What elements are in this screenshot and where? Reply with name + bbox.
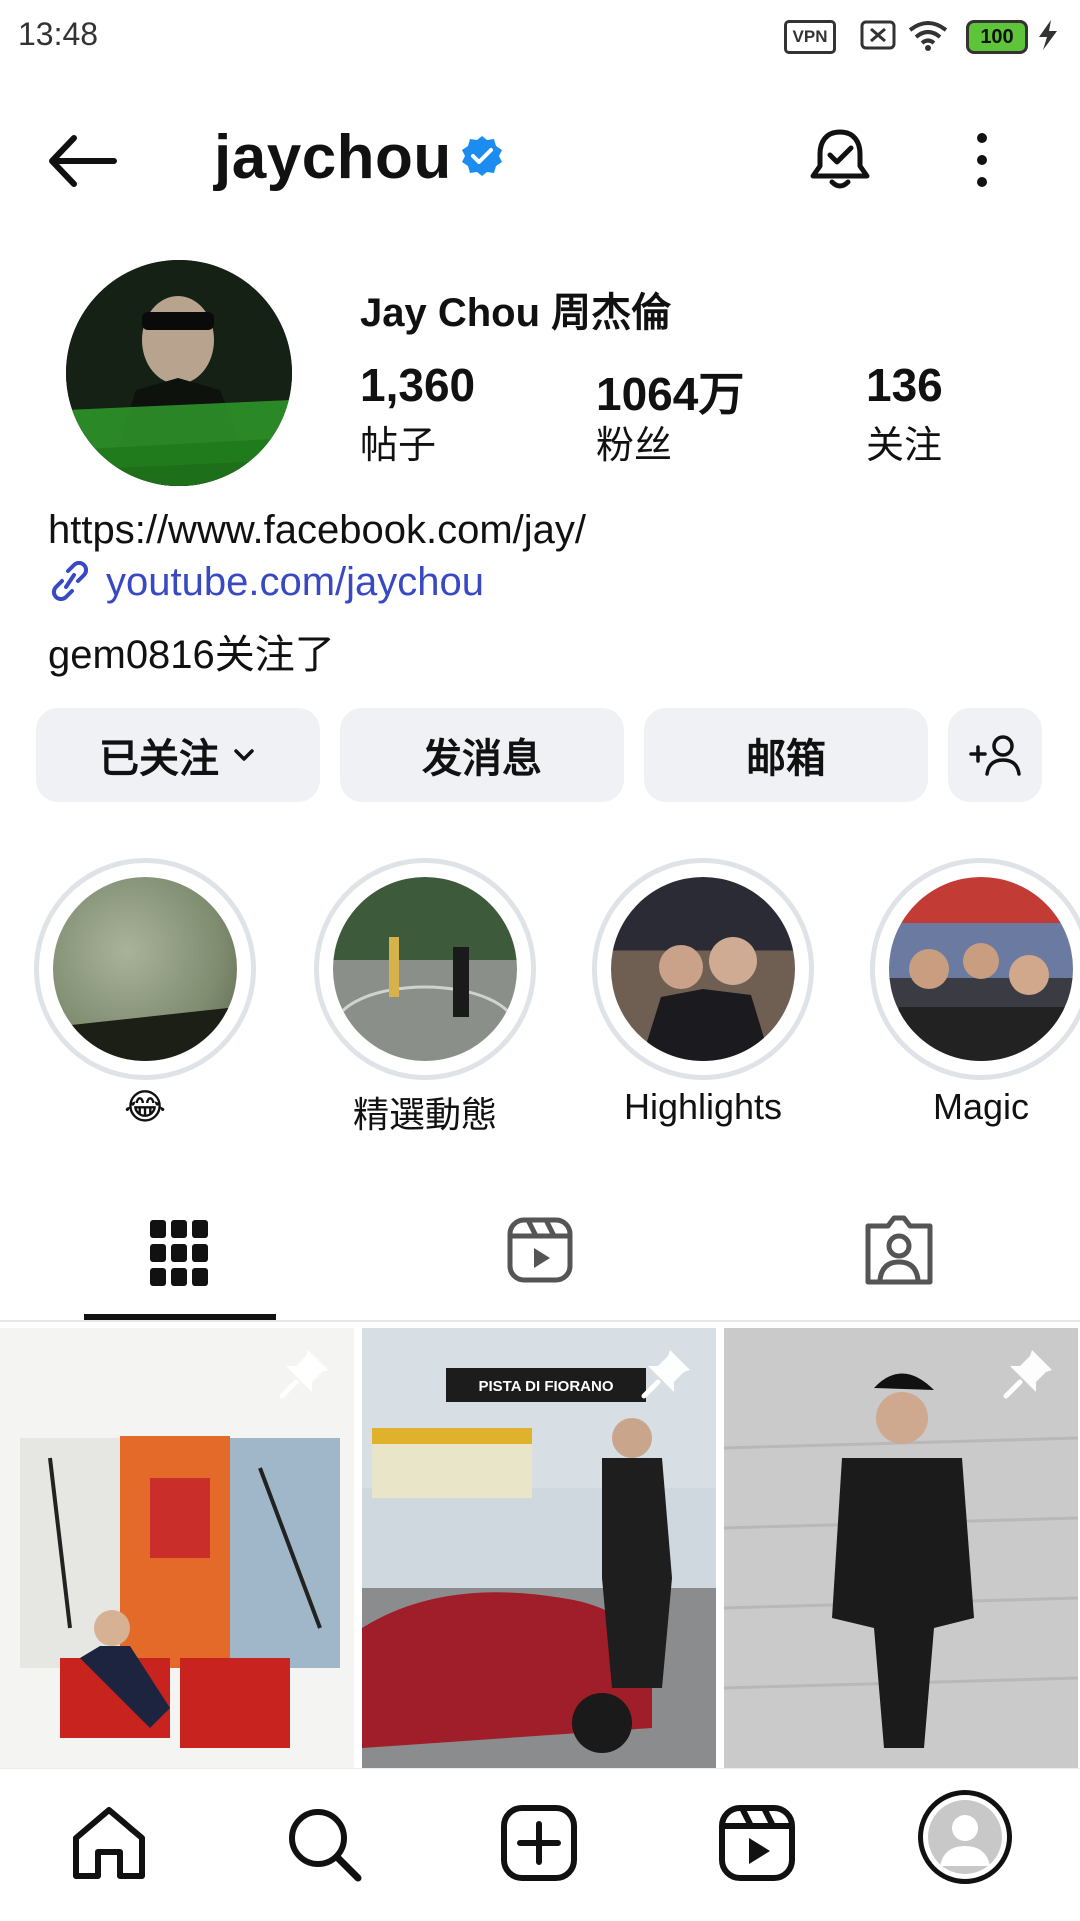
- vpn-icon: VPN: [784, 20, 836, 54]
- following-label[interactable]: 关注: [866, 414, 942, 469]
- grid-icon: [150, 1220, 208, 1286]
- bio-text: https://www.facebook.com/jay/: [48, 508, 587, 552]
- suggest-people-button[interactable]: [948, 708, 1042, 802]
- highlight-image: [641, 937, 771, 1061]
- no-sim-icon: [860, 20, 896, 50]
- highlight-label: 😂: [123, 1086, 167, 1127]
- highlight-image: [53, 1007, 237, 1061]
- battery-icon: 100: [966, 20, 1028, 54]
- tab-reels[interactable]: [360, 1180, 720, 1330]
- tagged-icon: [865, 1215, 933, 1285]
- post-tile[interactable]: [724, 1328, 1078, 1770]
- email-button-label: 邮箱: [746, 737, 826, 781]
- post-tile[interactable]: [0, 1328, 354, 1770]
- highlight-label: Highlights: [623, 1086, 783, 1127]
- posts-label[interactable]: 帖子: [360, 414, 436, 469]
- status-bar: 13:48 VPN 100: [0, 0, 1080, 70]
- tab-divider: [0, 1320, 1080, 1322]
- create-icon[interactable]: [496, 1800, 582, 1886]
- pin-icon: [279, 1350, 328, 1399]
- tab-posts-grid[interactable]: [0, 1180, 360, 1330]
- email-button[interactable]: 邮箱: [644, 708, 928, 802]
- profile-icon: [928, 1800, 1002, 1874]
- following-count[interactable]: 136: [866, 358, 943, 412]
- highlight-circle[interactable]: [592, 858, 814, 1080]
- highlight-circle[interactable]: [870, 858, 1080, 1080]
- highlight-label: Magic: [932, 1086, 1030, 1127]
- tab-tagged[interactable]: [720, 1180, 1080, 1330]
- pin-icon: [1003, 1350, 1052, 1399]
- highlight-label: 精選動態: [352, 1094, 497, 1135]
- profile-link[interactable]: youtube.com/jaychou: [48, 560, 484, 605]
- link-icon: [51, 560, 89, 602]
- sign-text: PISTA DI FIORANO: [479, 1378, 614, 1395]
- avatar[interactable]: [66, 260, 292, 486]
- chevron-down-icon: [234, 749, 254, 761]
- highlight-circle[interactable]: [314, 858, 536, 1080]
- home-icon[interactable]: [66, 1800, 152, 1886]
- verified-badge-icon: [462, 136, 502, 176]
- message-button-label: 发消息: [422, 737, 542, 781]
- profile-username: jaychou: [214, 123, 452, 192]
- highlight-image: [333, 937, 517, 1061]
- charging-icon: [1039, 20, 1057, 50]
- highlight-circle[interactable]: [34, 858, 256, 1080]
- display-name: Jay Chou 周杰倫: [360, 291, 672, 335]
- profile-nav-button[interactable]: [918, 1790, 1012, 1884]
- profile-link-text[interactable]: youtube.com/jaychou: [106, 560, 484, 604]
- status-time: 13:48: [18, 16, 99, 52]
- pin-icon: [641, 1350, 690, 1399]
- posts-count[interactable]: 1,360: [360, 358, 475, 412]
- highlight-image: [889, 943, 1073, 1061]
- avatar-image: [66, 260, 292, 486]
- following-button-label: 已关注: [99, 737, 219, 781]
- back-arrow-icon[interactable]: [44, 128, 124, 194]
- reels-icon: [507, 1217, 573, 1283]
- followed-by-text[interactable]: gem0816关注了: [48, 622, 335, 680]
- add-person-icon: [969, 735, 1021, 776]
- wifi-icon: [908, 21, 948, 51]
- followers-label[interactable]: 粉丝: [596, 414, 672, 469]
- post-tile[interactable]: PISTA DI FIORANO: [362, 1328, 716, 1770]
- more-vertical-icon[interactable]: [960, 130, 1004, 190]
- reels-nav-icon[interactable]: [714, 1800, 800, 1886]
- message-button[interactable]: 发消息: [340, 708, 624, 802]
- notification-bell-icon[interactable]: [806, 126, 874, 192]
- search-icon[interactable]: [280, 1800, 366, 1886]
- following-button[interactable]: 已关注: [36, 708, 320, 802]
